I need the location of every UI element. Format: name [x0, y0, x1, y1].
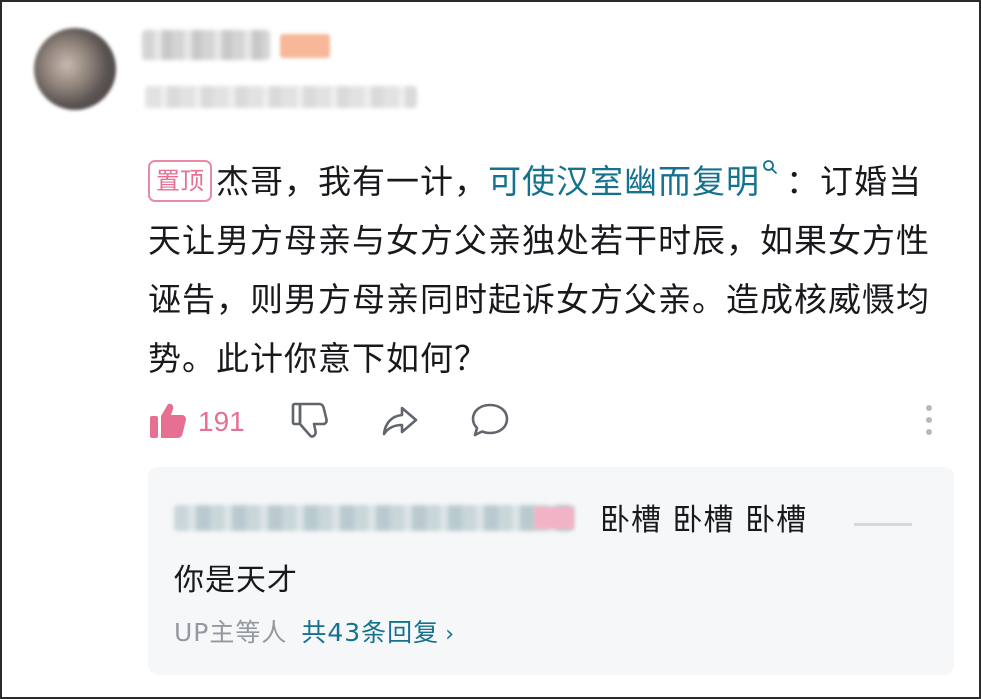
search-icon[interactable]	[762, 142, 778, 201]
reply-count-link[interactable]: 共43条回复	[301, 618, 439, 647]
thumbs-up-icon	[148, 400, 188, 444]
reply-footer-prefix: UP主等人	[174, 618, 288, 647]
avatar[interactable]	[34, 28, 116, 110]
reply-preview[interactable]: 卧槽 卧槽 卧槽 你是天才 UP主等人 共43条回复 ›	[148, 467, 954, 675]
comment-text-part1: 杰哥，我有一计，	[216, 162, 488, 201]
search-link[interactable]: 可使汉室幽而复明	[488, 162, 760, 201]
reply-badge-blurred	[534, 507, 574, 529]
more-icon	[923, 402, 935, 442]
reply-button[interactable]	[470, 400, 510, 444]
dislike-button[interactable]	[290, 400, 330, 444]
more-button[interactable]	[923, 402, 935, 442]
thumbs-down-icon	[290, 400, 330, 444]
reply-footer[interactable]: UP主等人 共43条回复 ›	[174, 613, 455, 649]
reply-first-line: 卧槽 卧槽 卧槽	[600, 503, 808, 538]
comment-icon	[470, 400, 510, 444]
chevron-right-icon: ›	[445, 622, 455, 647]
username-blurred[interactable]	[142, 30, 270, 60]
reply-divider	[854, 523, 912, 526]
reply-second-line: 你是天才	[174, 563, 298, 598]
share-button[interactable]	[380, 400, 420, 444]
like-button[interactable]: 191	[148, 400, 245, 444]
level-badge-blurred	[280, 34, 330, 58]
share-icon	[380, 400, 420, 444]
reply-username-blurred[interactable]	[174, 505, 574, 531]
comment-meta-blurred	[145, 86, 417, 108]
comment-actions: 191	[148, 400, 948, 444]
pinned-tag: 置顶	[148, 160, 212, 202]
like-count: 191	[198, 406, 245, 437]
comment-text: 置顶 杰哥，我有一计，可使汉室幽而复明 ：订婚当天让男方母亲与女方父亲独处若干时辰，…	[148, 142, 948, 388]
